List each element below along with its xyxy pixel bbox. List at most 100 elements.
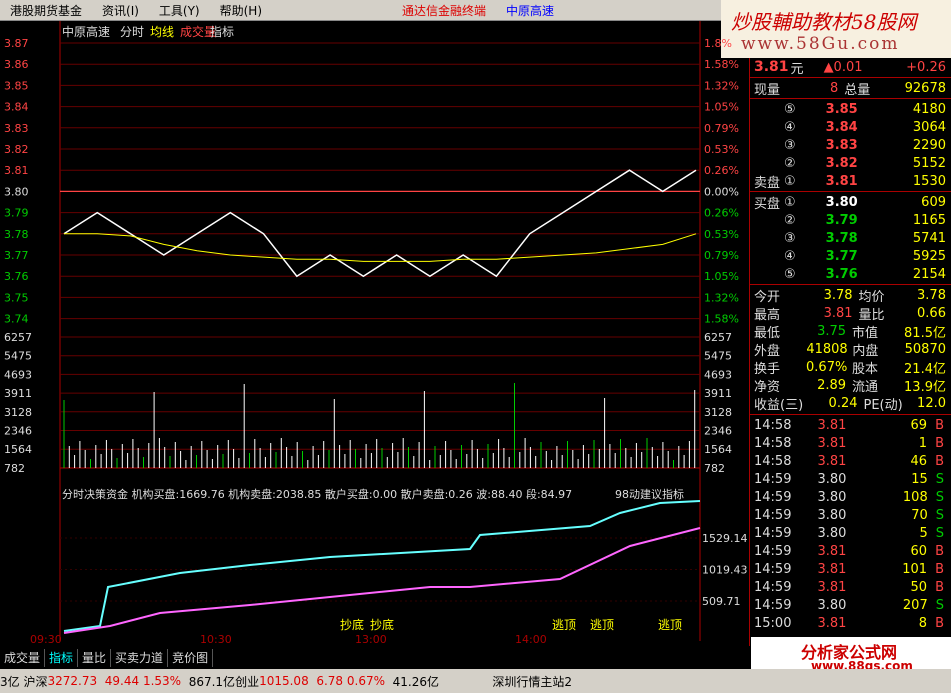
quote-panel: 3.81 元 ▲0.01 +0.26 现量 8 总量 92678 ⑤ 3.85 4180 ④ 3.84 3… — [749, 58, 951, 646]
price-tick-right: 1.05% — [704, 270, 739, 283]
vol-tick-right: 1564 — [704, 443, 732, 456]
chart-stock-name: 中原高速 — [62, 24, 110, 39]
buy-level: ④ 3.77 5925 — [784, 248, 946, 264]
signal-label: 抄底 — [370, 617, 394, 632]
stat-row: 外盘 41808 内盘 50870 — [754, 341, 946, 359]
price-tick-left: 3.87 — [4, 37, 29, 50]
price-tick-right: 1.58% — [704, 58, 739, 71]
price-tick-right: 0.53% — [704, 228, 739, 241]
signal-label: 抄底 — [340, 617, 364, 632]
price-tick-right: 0.26% — [704, 207, 739, 220]
trade-row: 14:59 3.81 101 B — [754, 561, 944, 577]
tab-0[interactable]: 成交量 — [0, 649, 46, 667]
price-tick-right: 0.53% — [704, 143, 739, 156]
site-logo: 炒股輔助教材58股网 www.58Gu.com — [721, 0, 951, 58]
sell-level: ④ 3.84 3064 — [784, 119, 946, 135]
vol-tick-left: 3911 — [4, 387, 32, 400]
buy-level: ③ 3.78 5741 — [784, 230, 946, 246]
menu-item-futures[interactable]: 港股期货基金 — [0, 2, 92, 19]
vol-tick-right: 4693 — [704, 368, 732, 381]
time-label: 13:00 — [355, 633, 387, 646]
vol-tick-left: 2346 — [4, 425, 32, 438]
indicator-title: 分时决策资金 机构买盘:1669.76 机构卖盘:2038.85 散户买盘:0.… — [62, 487, 572, 501]
price-tick-right: 1.32% — [704, 79, 739, 92]
tab-2[interactable]: 量比 — [78, 649, 112, 667]
tab-4[interactable]: 竞价图 — [168, 649, 214, 667]
sell-level: ② 3.82 5152 — [784, 155, 946, 171]
price-lines — [63, 169, 697, 278]
price-tick-right: 0.00% — [704, 185, 739, 198]
server-name: 深圳行情主站2 — [492, 674, 573, 689]
price-tick-right: 0.26% — [704, 164, 739, 177]
menu-item-tools[interactable]: 工具(Y) — [149, 2, 210, 19]
status-bar: 3亿 沪深 3272.73 49.44 1.53% 867.1亿 创业 1015… — [0, 669, 951, 693]
signal-label: 逃顶 — [658, 618, 682, 632]
index-cy-change: 6.78 — [316, 674, 344, 688]
indicator-tick: 509.71 — [702, 595, 741, 608]
trade-row: 15:00 3.81 8 B — [754, 615, 944, 631]
vol-tick-right: 3911 — [704, 387, 732, 400]
index-sh-name: 沪深 — [23, 674, 48, 689]
index-cy-name: 创业 — [235, 674, 260, 689]
buy-level: ② 3.79 1165 — [784, 212, 946, 228]
trade-row: 14:59 3.80 207 S — [754, 597, 944, 613]
chart-tab-0: 分时 — [120, 25, 144, 39]
chart-grid — [59, 21, 701, 641]
index-cy-value: 1015.08 — [259, 674, 309, 688]
price-tick-left: 3.78 — [4, 228, 29, 241]
menu-item-help[interactable]: 帮助(H) — [210, 2, 272, 19]
trade-row: 14:59 3.80 70 S — [754, 507, 944, 523]
time-label: 10:30 — [200, 633, 232, 646]
indicator-lines — [63, 500, 701, 634]
price-tick-right: 1.8% — [704, 37, 732, 50]
vol-tick-right: 782 — [704, 462, 725, 475]
trade-row: 14:59 3.81 60 B — [754, 543, 944, 559]
axis-labels: 中原高速 分时 均线 成交量指标3.87 1.8%3.86 1.58%3.85 1.32%3… — [4, 24, 748, 646]
logo-url: www.58Gu.com — [741, 34, 900, 54]
vol-tick-right: 3128 — [704, 406, 732, 419]
sell-level: ⑤ 3.85 4180 — [784, 101, 946, 117]
vol-tick-left: 5475 — [4, 350, 32, 363]
vol-tick-left: 3128 — [4, 406, 32, 419]
stat-row: 最低 3.75 市值 81.5亿 — [754, 323, 946, 341]
intraday-chart[interactable]: 中原高速 分时 均线 成交量指标3.87 1.8%3.86 1.58%3.85 1.32%3… — [0, 21, 748, 647]
sell-level: ③ 3.83 2290 — [784, 137, 946, 153]
trade-row: 14:58 3.81 46 B — [754, 453, 944, 469]
buy-line — [63, 500, 701, 632]
indicator-tick: 1019.43 — [702, 564, 748, 577]
price-tick-left: 3.80 — [4, 185, 29, 198]
stat-row: 收益(三) 0.24 PE(动) 12.0 — [754, 395, 946, 413]
price-tick-left: 3.81 — [4, 164, 29, 177]
vol-tick-left: 4693 — [4, 368, 32, 381]
tab-3[interactable]: 买卖力道 — [111, 649, 169, 667]
vol-tick-right: 2346 — [704, 425, 732, 438]
price-tick-right: 0.79% — [704, 249, 739, 262]
index-sh-amount: 867.1亿 — [188, 674, 236, 689]
index-sh-value: 3272.73 — [47, 674, 98, 688]
sell-level: 卖盘 ① 3.81 1530 — [754, 173, 946, 191]
vol-tick-left: 1564 — [4, 443, 32, 456]
index-cy-pct: 0.67% — [346, 674, 386, 688]
price-tick-left: 3.76 — [4, 270, 29, 283]
vol-tick-right: 6257 — [704, 331, 732, 344]
time-label: 14:00 — [515, 633, 547, 646]
bottom-tabs: 成交量 指标 量比 买卖力道 竞价图 — [0, 649, 748, 667]
indicator-tag: 98动建议指标 — [615, 487, 684, 501]
tab-1[interactable]: 指标 — [45, 649, 79, 667]
trade-row: 14:58 3.81 1 B — [754, 435, 944, 451]
trade-row: 14:59 3.80 5 S — [754, 525, 944, 541]
avg-line — [64, 233, 697, 262]
current-stock: 中原高速 — [506, 3, 555, 18]
price-tick-right: 1.32% — [704, 291, 739, 304]
trade-row: 14:59 3.81 50 B — [754, 579, 944, 595]
menu-item-news[interactable]: 资讯(I) — [92, 2, 149, 19]
status-a: 3亿 — [0, 674, 20, 689]
price-tick-left: 3.82 — [4, 143, 29, 156]
trade-row: 14:59 3.80 15 S — [754, 471, 944, 487]
chart-tab-1: 均线 — [150, 25, 174, 39]
signal-label: 逃顶 — [590, 618, 614, 632]
price-tick-left: 3.77 — [4, 249, 29, 262]
trade-row: 14:59 3.80 108 S — [754, 489, 944, 505]
indicator-tick: 1529.14 — [702, 532, 748, 545]
logo-title: 炒股輔助教材58股网 — [731, 10, 917, 34]
